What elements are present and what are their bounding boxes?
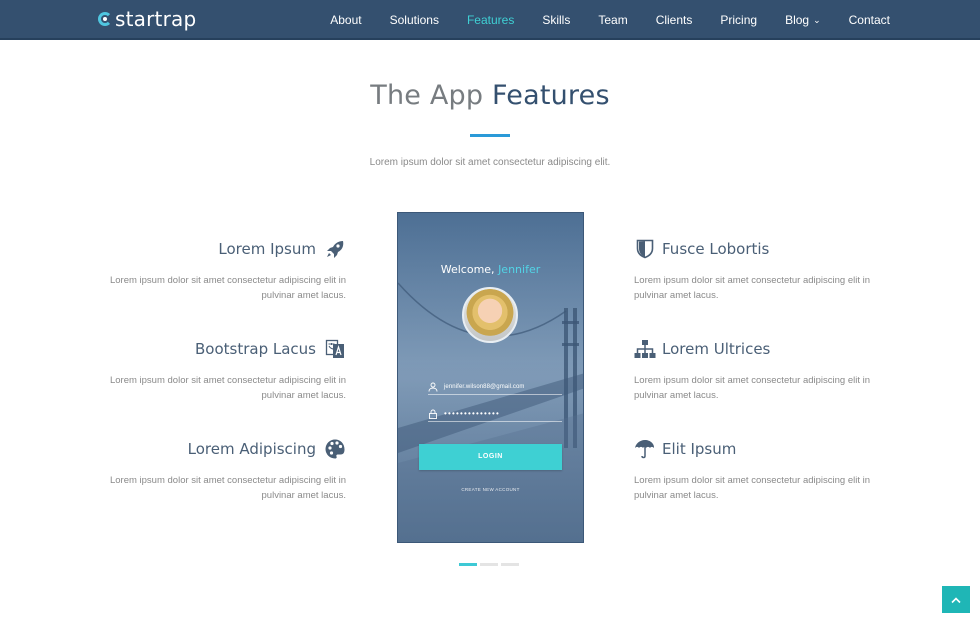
feature-lorem-ipsum: Lorem Ipsum Lorem ipsum dolor sit amet c… [100, 237, 346, 303]
back-to-top-button[interactable] [942, 586, 970, 613]
carousel-dot-2[interactable] [480, 563, 498, 566]
feature-title: Lorem Adipiscing [187, 440, 316, 458]
brand-name: startrap [115, 7, 197, 31]
title-underline [470, 134, 510, 137]
user-name: Jennifer [498, 263, 541, 276]
feature-text: Lorem ipsum dolor sit amet consectetur a… [109, 275, 346, 301]
rocket-icon [324, 238, 346, 260]
feature-bootstrap-lacus: Bootstrap Lacus Lorem ipsum dolor sit am… [100, 337, 346, 403]
nav-item-blog-label: Blog [785, 13, 810, 27]
feature-text: Lorem ipsum dolor sit amet consectetur a… [634, 275, 871, 301]
email-field[interactable]: jennifer.wilson88@gmail.com [428, 379, 562, 395]
nav-item-about[interactable]: About [330, 0, 361, 40]
feature-title: Lorem Ipsum [218, 240, 316, 258]
carousel-dot-3[interactable] [501, 563, 519, 566]
feature-text: Lorem ipsum dolor sit amet consectetur a… [634, 375, 871, 401]
shield-icon [634, 238, 656, 260]
nav-item-clients[interactable]: Clients [656, 0, 693, 40]
section-title-light: The App [370, 80, 484, 111]
translate-icon [324, 338, 346, 360]
welcome-heading: Welcome, Jennifer [398, 263, 583, 276]
nav-item-pricing[interactable]: Pricing [720, 0, 757, 40]
nav-item-solutions[interactable]: Solutions [390, 0, 439, 40]
feature-text: Lorem ipsum dolor sit amet consectetur a… [109, 475, 346, 501]
carousel-pagination [459, 563, 522, 566]
lock-icon [428, 409, 438, 419]
feature-text: Lorem ipsum dolor sit amet consectetur a… [634, 475, 871, 501]
nav-item-features[interactable]: Features [467, 0, 514, 40]
brand-logo[interactable]: startrap [98, 7, 196, 31]
chevron-down-icon: ⌄ [813, 15, 821, 25]
feature-text: Lorem ipsum dolor sit amet consectetur a… [109, 375, 346, 401]
feature-title: Elit Ipsum [662, 440, 737, 458]
feature-title: Bootstrap Lacus [195, 340, 316, 358]
email-value: jennifer.wilson88@gmail.com [444, 383, 525, 390]
login-button[interactable]: LOGIN [419, 444, 562, 470]
user-icon [428, 382, 438, 392]
palette-icon [324, 438, 346, 460]
avatar [462, 287, 518, 343]
chevron-up-icon [951, 596, 961, 603]
nav-item-skills[interactable]: Skills [542, 0, 570, 40]
umbrella-icon [634, 438, 656, 460]
section-subtitle: Lorem ipsum dolor sit amet consectetur a… [369, 157, 611, 168]
create-account-link[interactable]: CREATE NEW ACCOUNT [398, 487, 583, 492]
password-field[interactable]: •••••••••••••• [428, 406, 562, 422]
logo-icon [98, 12, 112, 26]
section-title-strong: Features [492, 80, 610, 111]
feature-elit-ipsum: Elit Ipsum Lorem ipsum dolor sit amet co… [634, 437, 880, 503]
welcome-label: Welcome, [440, 263, 495, 276]
main-nav: About Solutions Features Skills Team Cli… [302, 0, 890, 40]
section-title: The App Features [0, 80, 980, 111]
carousel-dot-1[interactable] [459, 563, 477, 566]
feature-title: Lorem Ultrices [662, 340, 771, 358]
phone-mockup: Welcome, Jennifer jennifer.wilson88@gmai… [397, 212, 584, 543]
nav-item-blog[interactable]: Blog ⌄ [785, 0, 821, 40]
feature-lorem-adipiscing: Lorem Adipiscing Lorem ipsum dolor sit a… [100, 437, 346, 503]
nav-item-contact[interactable]: Contact [849, 0, 890, 40]
feature-fusce-lobortis: Fusce Lobortis Lorem ipsum dolor sit ame… [634, 237, 880, 303]
nav-item-team[interactable]: Team [598, 0, 627, 40]
feature-title: Fusce Lobortis [662, 240, 770, 258]
sitemap-icon [634, 338, 656, 360]
feature-lorem-ultrices: Lorem Ultrices Lorem ipsum dolor sit ame… [634, 337, 880, 403]
password-value: •••••••••••••• [444, 409, 501, 418]
top-navbar: startrap About Solutions Features Skills… [0, 0, 980, 40]
